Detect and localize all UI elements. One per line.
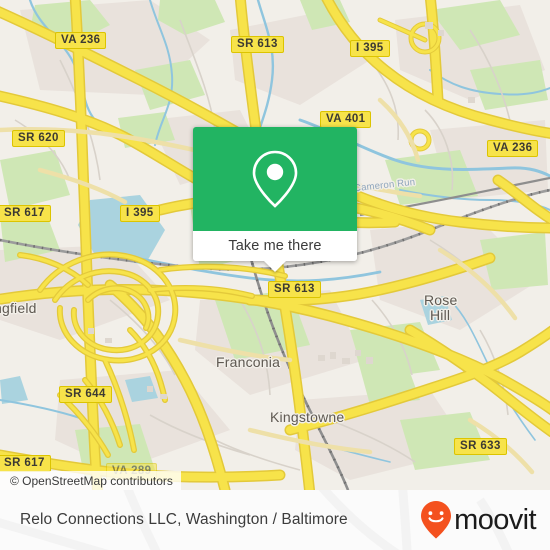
road-shield-sr644[interactable]: SR 644	[59, 386, 112, 403]
road-shield-sr613-n[interactable]: SR 613	[231, 36, 284, 53]
location-popup[interactable]: Take me there	[193, 127, 357, 272]
road-shield-va236-nw[interactable]: VA 236	[55, 32, 107, 49]
popup-pointer-arrow	[264, 261, 286, 272]
footer-bar: Relo Connections LLC, Washington / Balti…	[0, 490, 550, 550]
road-shield-sr633[interactable]: SR 633	[454, 438, 507, 455]
popup-header	[193, 127, 357, 231]
page-title: Relo Connections LLC, Washington / Balti…	[20, 511, 348, 528]
road-shield-i395-w[interactable]: I 395	[120, 205, 160, 222]
attribution-text: © OpenStreetMap contributors	[10, 473, 173, 488]
road-shield-sr617-w[interactable]: SR 617	[0, 205, 51, 222]
road-shield-va401[interactable]: VA 401	[320, 111, 372, 128]
moovit-logo[interactable]: moovit	[419, 500, 537, 540]
moovit-map-screenshot: VA 236 SR 613 I 395 SR 620 VA 401 VA 236…	[0, 0, 550, 550]
map-attribution[interactable]: © OpenStreetMap contributors	[0, 471, 181, 490]
map-canvas[interactable]: VA 236 SR 613 I 395 SR 620 VA 401 VA 236…	[0, 0, 550, 490]
moovit-pin-smiley-icon	[421, 501, 452, 539]
road-shield-va236-e[interactable]: VA 236	[487, 140, 539, 157]
road-shield-sr617-sw[interactable]: SR 617	[0, 455, 51, 472]
road-shield-sr620[interactable]: SR 620	[12, 130, 65, 147]
take-me-there-label: Take me there	[228, 238, 322, 254]
road-shield-sr613-c[interactable]: SR 613	[268, 281, 321, 298]
moovit-wordmark: moovit	[454, 503, 536, 536]
road-shield-i395-ne[interactable]: I 395	[350, 40, 390, 57]
map-pin-icon	[252, 150, 298, 208]
take-me-there-button[interactable]: Take me there	[193, 231, 357, 261]
